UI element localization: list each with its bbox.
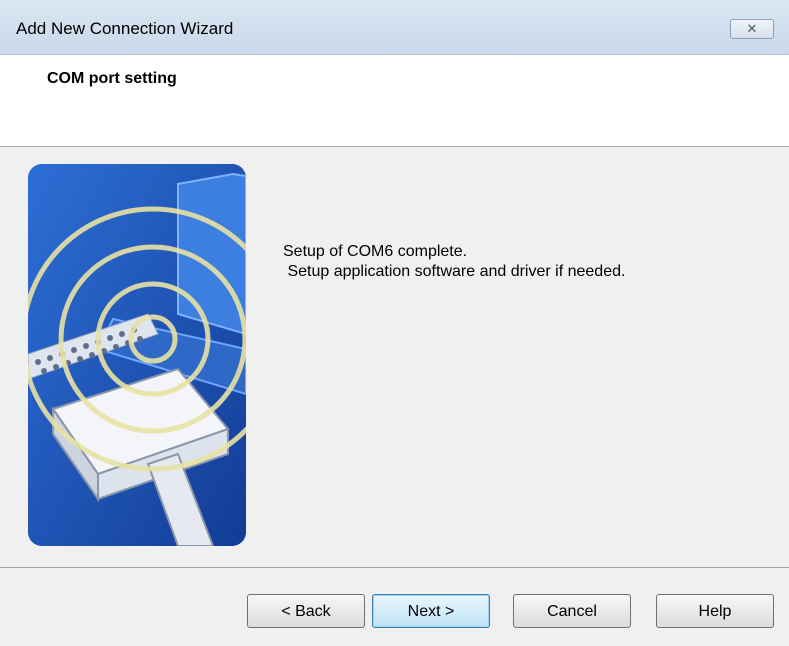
- wizard-illustration: [28, 164, 246, 546]
- help-button[interactable]: Help: [656, 594, 774, 628]
- wizard-header: [0, 55, 789, 147]
- close-button[interactable]: ✕: [730, 19, 774, 39]
- close-icon: ✕: [746, 21, 758, 36]
- window-title: Add New Connection Wizard: [16, 19, 234, 38]
- cancel-button[interactable]: Cancel: [513, 594, 631, 628]
- message-line-2: Setup application software and driver if…: [283, 263, 626, 280]
- serial-connector-illustration-icon: [28, 164, 246, 546]
- page-title: COM port setting: [47, 70, 177, 87]
- completion-message: Setup of COM6 complete. Setup applicatio…: [283, 242, 625, 282]
- window-titlebar: Add New Connection Wizard ✕: [0, 0, 789, 55]
- next-button[interactable]: Next >: [372, 594, 490, 628]
- back-button[interactable]: < Back: [247, 594, 365, 628]
- message-line-1: Setup of COM6 complete.: [283, 243, 468, 260]
